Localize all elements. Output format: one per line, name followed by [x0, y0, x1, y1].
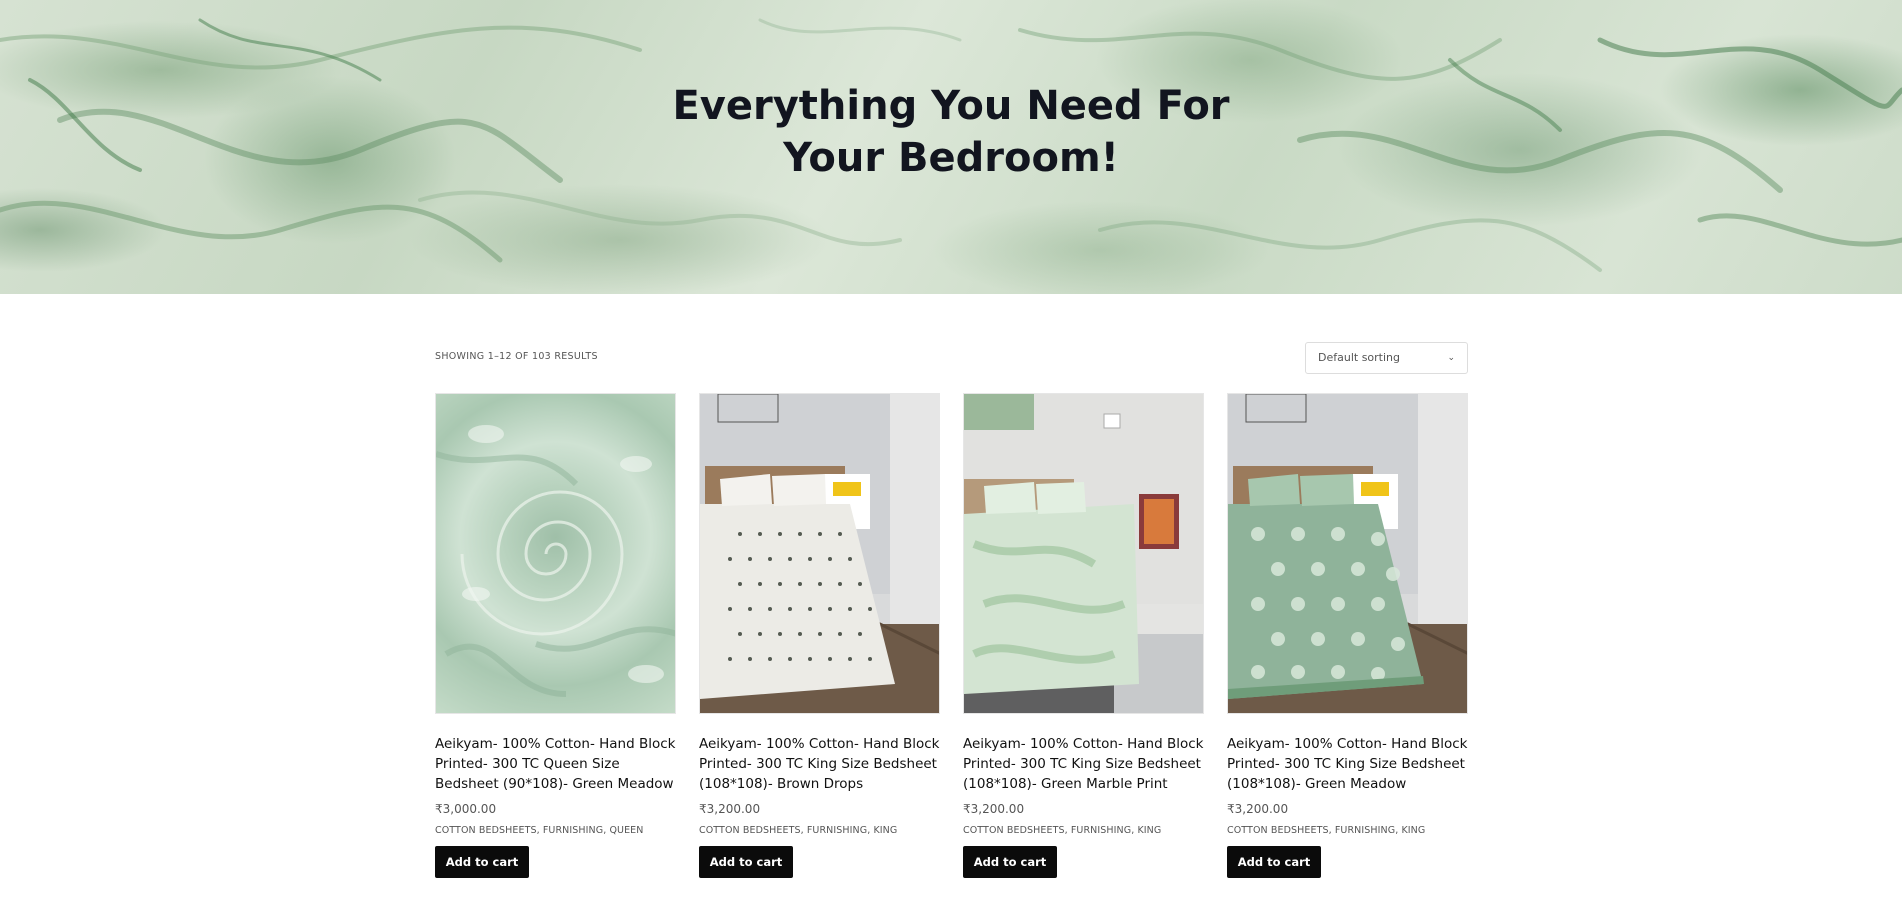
add-to-cart-button[interactable]: Add to cart — [1227, 846, 1321, 878]
sort-select[interactable]: Default sorting ⌄ — [1305, 342, 1468, 374]
product-title[interactable]: Aeikyam- 100% Cotton- Hand Block Printed… — [699, 734, 940, 794]
fabric-swirl-graphic — [436, 425, 675, 697]
product-price: ₹3,200.00 — [699, 802, 761, 816]
page-title: Everything You Need For Your Bedroom! — [651, 80, 1251, 184]
add-to-cart-button[interactable]: Add to cart — [963, 846, 1057, 878]
product-image[interactable] — [435, 393, 676, 714]
chevron-down-icon: ⌄ — [1447, 353, 1455, 363]
product-title[interactable]: Aeikyam- 100% Cotton- Hand Block Printed… — [1227, 734, 1468, 794]
product-image[interactable] — [699, 393, 940, 714]
product-title[interactable]: Aeikyam- 100% Cotton- Hand Block Printed… — [435, 734, 676, 794]
page-title-line-2: Your Bedroom! — [783, 135, 1119, 181]
result-count: Showing 1–12 of 103 results — [435, 351, 598, 362]
bedroom-scene-graphic — [964, 394, 1203, 713]
product-categories[interactable]: Cotton Bedsheets, Furnishing, King — [699, 825, 940, 836]
sort-selected-value: Default sorting — [1318, 351, 1400, 364]
product-price: ₹3,200.00 — [1227, 802, 1289, 816]
product-price: ₹3,200.00 — [963, 802, 1025, 816]
product-image[interactable] — [963, 393, 1204, 714]
bedroom-scene-graphic — [1228, 394, 1467, 713]
product-card: Aeikyam- 100% Cotton- Hand Block Printed… — [963, 393, 1204, 878]
product-price: ₹3,000.00 — [435, 802, 497, 816]
product-categories[interactable]: Cotton Bedsheets, Furnishing, Queen — [435, 825, 676, 836]
product-image[interactable] — [1227, 393, 1468, 714]
product-title[interactable]: Aeikyam- 100% Cotton- Hand Block Printed… — [963, 734, 1204, 794]
add-to-cart-button[interactable]: Add to cart — [699, 846, 793, 878]
product-categories[interactable]: Cotton Bedsheets, Furnishing, King — [963, 825, 1204, 836]
add-to-cart-button[interactable]: Add to cart — [435, 846, 529, 878]
product-card: Aeikyam- 100% Cotton- Hand Block Printed… — [435, 393, 676, 878]
bedroom-scene-graphic — [700, 394, 939, 713]
product-card: Aeikyam- 100% Cotton- Hand Block Printed… — [699, 393, 940, 878]
hero-banner: Everything You Need For Your Bedroom! — [0, 0, 1902, 294]
product-categories[interactable]: Cotton Bedsheets, Furnishing, King — [1227, 825, 1468, 836]
page-title-line-1: Everything You Need For — [672, 83, 1230, 129]
product-card: Aeikyam- 100% Cotton- Hand Block Printed… — [1227, 393, 1468, 878]
